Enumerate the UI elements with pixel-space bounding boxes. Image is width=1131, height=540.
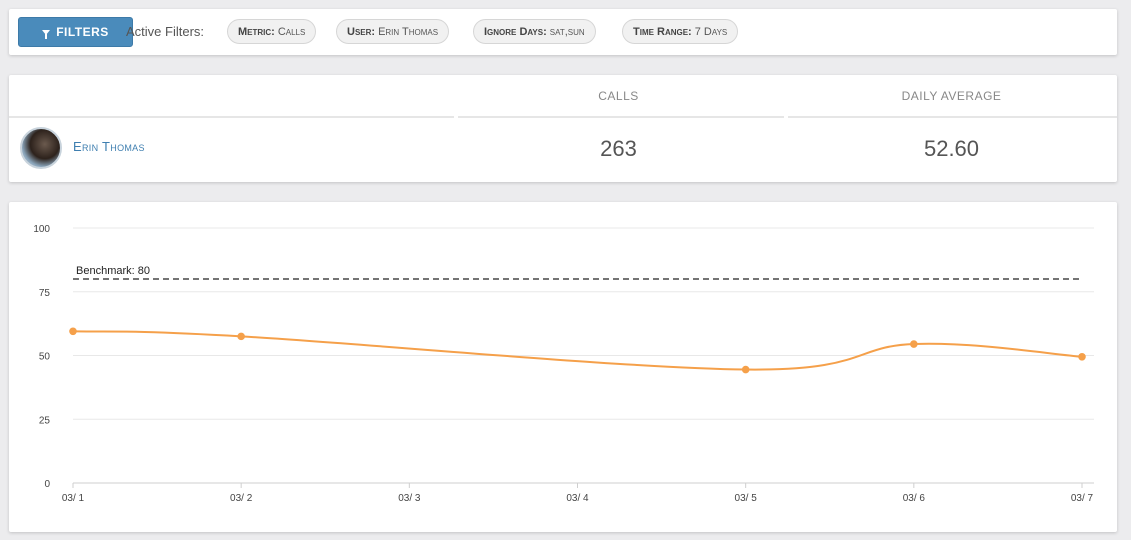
user-name-link[interactable]: Erin Thomas bbox=[73, 139, 145, 154]
avatar[interactable] bbox=[20, 127, 62, 169]
line-chart: 0 25 50 75 100 03/ 1 03/ 2 03/ 3 03/ 4 03/ 5 03/ 6… bbox=[33, 224, 1094, 504]
daily-average-value: 52.60 bbox=[923, 136, 980, 161]
chip-value: 7 Days bbox=[694, 25, 728, 38]
chip-key: Metric: bbox=[238, 25, 275, 38]
chip-key: Time Range: bbox=[633, 25, 692, 38]
x-tick-label: 03/ 5 bbox=[735, 493, 758, 504]
x-tick-label: 03/ 2 bbox=[230, 493, 253, 504]
chip-ignore-days[interactable]: Ignore Days: sat,sun bbox=[473, 19, 596, 44]
chip-key: User: bbox=[347, 25, 376, 38]
filter-bar: FILTERS Active Filters: Metric: Calls Us… bbox=[9, 9, 1117, 55]
y-tick-label: 50 bbox=[39, 352, 51, 363]
x-tick-label: 03/ 1 bbox=[62, 493, 85, 504]
series-line bbox=[72, 330, 1083, 371]
y-tick-label: 0 bbox=[44, 479, 50, 490]
header-divider bbox=[788, 116, 1117, 118]
chip-metric[interactable]: Metric: Calls bbox=[227, 19, 317, 44]
filters-button[interactable]: FILTERS bbox=[18, 17, 133, 47]
data-point bbox=[741, 365, 750, 374]
y-tick-label: 25 bbox=[39, 415, 51, 426]
data-point bbox=[910, 340, 918, 348]
x-tick-label: 03/ 7 bbox=[1071, 493, 1094, 504]
chip-value: sat,sun bbox=[549, 25, 585, 38]
data-point bbox=[237, 332, 245, 341]
y-tick-label: 75 bbox=[39, 288, 51, 299]
x-tick-label: 03/ 6 bbox=[903, 493, 926, 504]
stats-table: CALLS DAILY AVERAGE Erin Thomas 263 52.6… bbox=[9, 75, 1117, 182]
chip-value: Erin Thomas bbox=[378, 25, 439, 38]
chip-time-range[interactable]: Time Range: 7 Days bbox=[622, 19, 739, 44]
header-divider bbox=[9, 116, 454, 118]
y-tick-label: 100 bbox=[33, 224, 50, 235]
chip-user[interactable]: User: Erin Thomas bbox=[336, 19, 450, 44]
x-tick-label: 03/ 3 bbox=[398, 493, 421, 504]
data-point bbox=[69, 327, 77, 336]
x-tick-label: 03/ 4 bbox=[566, 493, 589, 504]
benchmark-label: Benchmark: 80 bbox=[76, 265, 150, 277]
header-divider bbox=[458, 116, 784, 118]
data-point bbox=[1078, 352, 1086, 361]
calls-column-header[interactable]: CALLS bbox=[466, 89, 771, 103]
chip-key: Ignore Days: bbox=[484, 25, 547, 38]
calls-value: 263 bbox=[600, 136, 637, 161]
chip-value: Calls bbox=[277, 25, 306, 38]
active-filters-label: Active Filters: bbox=[126, 24, 205, 39]
daily-average-column-header[interactable]: DAILY AVERAGE bbox=[794, 89, 1109, 103]
filters-button-label: FILTERS bbox=[56, 25, 109, 39]
chart-panel: 0 25 50 75 100 03/ 1 03/ 2 03/ 3 03/ 4 03/ 5 03/ 6… bbox=[9, 202, 1117, 532]
filter-funnel-icon bbox=[42, 29, 51, 39]
